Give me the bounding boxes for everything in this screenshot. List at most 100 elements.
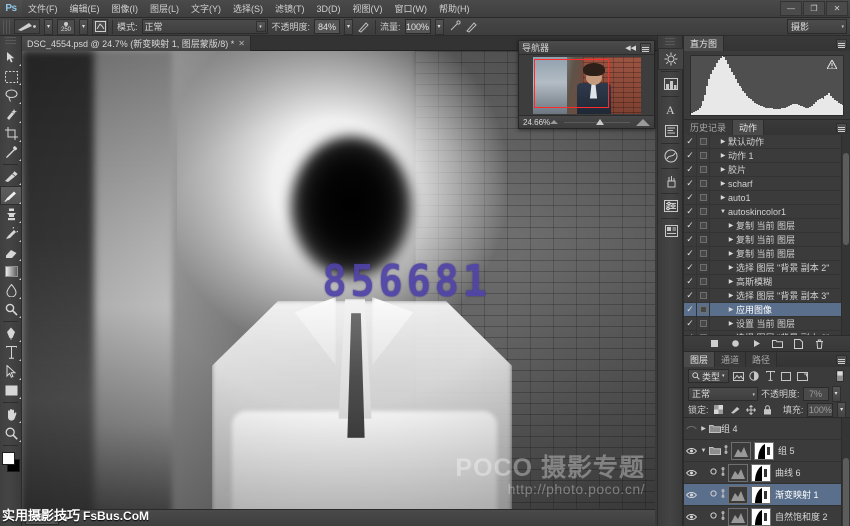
pen-tool[interactable] [0, 324, 22, 343]
flow-input[interactable]: 100% [405, 19, 431, 34]
action-row[interactable]: ✓▼autoskincolor1 [684, 205, 850, 219]
brush-tool[interactable] [0, 186, 22, 205]
menu-item-1[interactable]: 编辑(E) [64, 0, 106, 18]
action-dialog-toggle[interactable] [697, 289, 710, 303]
brush-preset-dropdown[interactable]: ▾ [44, 19, 53, 35]
filter-pixel-icon[interactable] [732, 369, 745, 383]
action-row[interactable]: ✓▶复制 当前 图层 [684, 219, 850, 233]
actions-list[interactable]: ✓▶默认动作✓▶动作 1✓▶胶片✓▶scharf✓▶auto1✓▼autoski… [684, 135, 850, 335]
mask-link-icon[interactable] [718, 511, 728, 522]
layer-row[interactable]: ▼组 5 [684, 440, 850, 462]
disclosure-triangle-icon[interactable]: ▶ [718, 138, 728, 145]
zoom-tool[interactable] [0, 424, 22, 443]
filter-toggle-switch[interactable] [833, 369, 846, 383]
action-row[interactable]: ✓▶默认动作 [684, 135, 850, 149]
action-toggle-checkbox[interactable]: ✓ [684, 135, 697, 149]
menu-item-8[interactable]: 视图(V) [347, 0, 389, 18]
disclosure-triangle-icon[interactable]: ▶ [718, 152, 728, 159]
record-icon[interactable] [730, 338, 742, 350]
layer-link-icon[interactable] [708, 468, 718, 477]
brush-presets-icon[interactable] [658, 170, 684, 192]
action-row[interactable]: ✓▶scharf [684, 177, 850, 191]
disclosure-triangle-icon[interactable]: ▶ [726, 222, 736, 229]
new-set-icon[interactable] [772, 338, 784, 350]
flow-slider-toggle[interactable]: ▾ [435, 19, 444, 35]
lock-image-icon[interactable] [729, 403, 741, 417]
action-dialog-toggle[interactable] [697, 177, 710, 191]
disclosure-triangle-icon[interactable]: ▶ [718, 194, 728, 201]
action-toggle-checkbox[interactable]: ✓ [684, 233, 697, 247]
layer-thumbnail[interactable] [728, 508, 748, 526]
action-dialog-toggle[interactable] [697, 135, 710, 149]
new-action-icon[interactable] [793, 338, 805, 350]
disclosure-triangle-icon[interactable]: ▼ [718, 209, 728, 215]
lock-position-icon[interactable] [745, 403, 757, 417]
menu-item-0[interactable]: 文件(F) [22, 0, 64, 18]
action-row[interactable]: ✓▶复制 当前 图层 [684, 247, 850, 261]
brush-panel-toggle-icon[interactable] [92, 19, 108, 35]
layer-mask-thumbnail[interactable] [751, 486, 771, 504]
tab-actions[interactable]: 动作 [733, 120, 764, 135]
action-dialog-toggle[interactable] [697, 219, 710, 233]
action-row[interactable]: ✓▶选择 图层 "背景 副本 2" [684, 331, 850, 335]
layer-mask-thumbnail[interactable] [754, 442, 774, 460]
action-toggle-checkbox[interactable]: ✓ [684, 205, 697, 219]
layer-mask-thumbnail[interactable] [751, 508, 771, 526]
action-dialog-toggle[interactable] [697, 149, 710, 163]
eye-icon[interactable] [684, 425, 699, 433]
disclosure-triangle-icon[interactable]: ▶ [726, 264, 736, 271]
menu-item-7[interactable]: 3D(D) [311, 0, 347, 18]
menu-item-9[interactable]: 窗口(W) [389, 0, 434, 18]
layer-thumbnail[interactable] [728, 486, 748, 504]
info-icon[interactable] [658, 220, 684, 242]
panel-menu-icon[interactable] [640, 43, 651, 52]
gradient-tool[interactable] [0, 262, 22, 281]
disclosure-triangle-icon[interactable]: ▶ [726, 250, 736, 257]
hand-tool[interactable] [0, 405, 22, 424]
zoom-out-icon[interactable] [550, 120, 558, 124]
action-row[interactable]: ✓▶选择 图层 "背景 副本 3" [684, 289, 850, 303]
opacity-input[interactable]: 84% [314, 19, 340, 34]
play-icon[interactable] [751, 338, 763, 350]
disclosure-triangle-icon[interactable]: ▶ [718, 166, 728, 173]
panel-menu-icon[interactable] [836, 123, 847, 132]
history-brush-tool[interactable] [0, 224, 22, 243]
action-toggle-checkbox[interactable]: ✓ [684, 149, 697, 163]
layer-link-icon[interactable] [708, 490, 718, 499]
navigator-title-bar[interactable]: 导航器 ◀◀ [519, 41, 654, 55]
pressure-opacity-icon[interactable] [357, 20, 371, 34]
eraser-tool[interactable] [0, 243, 22, 262]
action-row[interactable]: ✓▶应用图像 [684, 303, 850, 317]
lock-transparency-icon[interactable] [713, 403, 725, 417]
lasso-tool[interactable] [0, 86, 22, 105]
blur-tool[interactable] [0, 281, 22, 300]
styles-icon[interactable] [658, 145, 684, 167]
disclosure-triangle-icon[interactable]: ▶ [726, 292, 736, 299]
layer-opacity-slider-toggle[interactable]: ▾ [832, 386, 841, 402]
panel-menu-icon[interactable] [836, 39, 847, 48]
action-dialog-toggle[interactable] [697, 163, 710, 177]
action-dialog-toggle[interactable] [697, 191, 710, 205]
menu-item-2[interactable]: 图像(I) [106, 0, 145, 18]
action-row[interactable]: ✓▶高斯模糊 [684, 275, 850, 289]
action-row[interactable]: ✓▶选择 图层 "背景 副本 2" [684, 261, 850, 275]
color-swatches[interactable] [0, 450, 22, 478]
layer-blend-mode-select[interactable]: 正常 ▾ [688, 387, 758, 401]
marquee-tool[interactable] [0, 67, 22, 86]
color-icon[interactable] [658, 48, 684, 70]
layer-thumbnail[interactable] [731, 442, 751, 460]
tab-layers-0[interactable]: 图层 [684, 352, 715, 367]
disclosure-triangle-icon[interactable]: ▶ [726, 278, 736, 285]
close-button[interactable]: ✕ [826, 1, 848, 16]
action-row[interactable]: ✓▶复制 当前 图层 [684, 233, 850, 247]
action-toggle-checkbox[interactable]: ✓ [684, 191, 697, 205]
menu-item-10[interactable]: 帮助(H) [433, 0, 476, 18]
action-row[interactable]: ✓▶动作 1 [684, 149, 850, 163]
menu-item-4[interactable]: 文字(Y) [185, 0, 227, 18]
action-dialog-toggle[interactable] [697, 275, 710, 289]
disclosure-triangle-icon[interactable]: ▶ [726, 334, 736, 335]
collapse-icon[interactable]: ◀◀ [625, 44, 636, 52]
mask-link-icon[interactable] [718, 489, 728, 500]
brush-size-dropdown[interactable]: ▾ [79, 19, 88, 35]
action-row[interactable]: ✓▶设置 当前 图层 [684, 317, 850, 331]
